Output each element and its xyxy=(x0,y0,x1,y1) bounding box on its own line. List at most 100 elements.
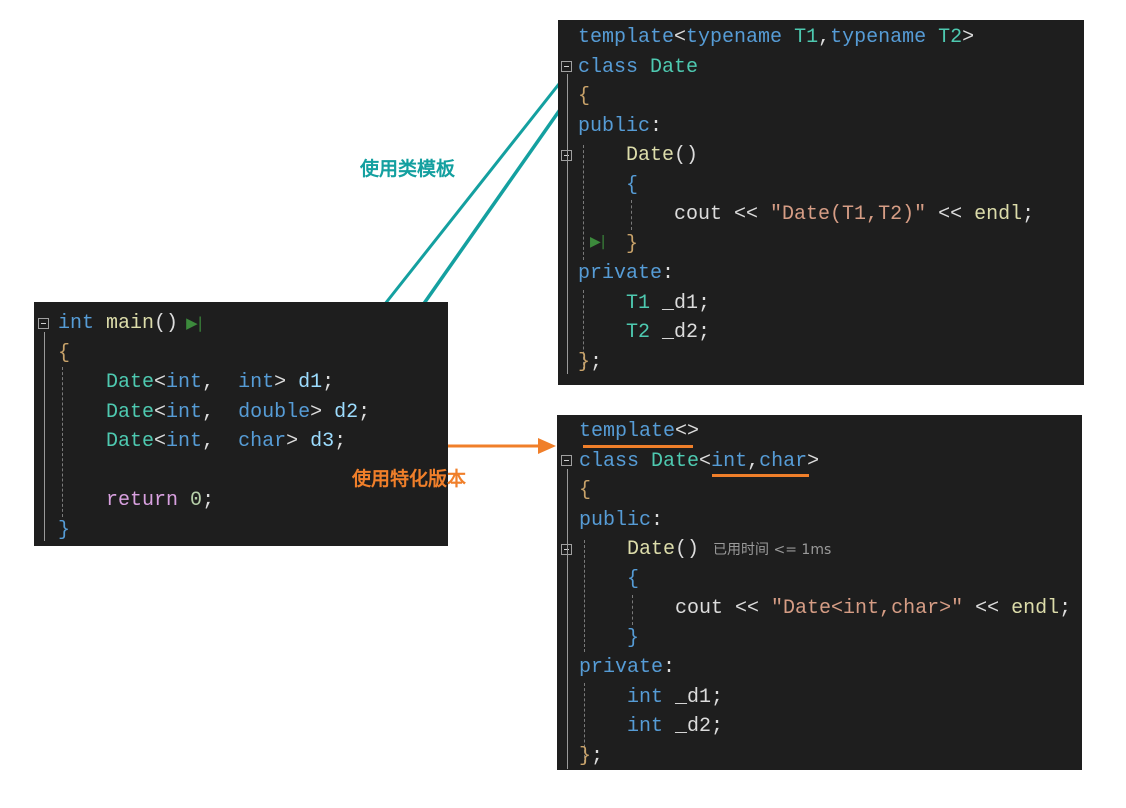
arrow-d3-to-specialization-head xyxy=(538,438,556,454)
code-token: cout xyxy=(675,597,724,620)
code-token: typename xyxy=(686,26,783,49)
code-line: public: xyxy=(578,112,1034,142)
code-line: T1 _d1; xyxy=(578,289,1034,319)
code-token: { xyxy=(58,341,71,365)
code-line: class Date xyxy=(578,53,1034,83)
code-token: _d1; xyxy=(650,291,711,315)
code-token: class xyxy=(579,449,640,473)
code-line: private: xyxy=(579,653,1071,683)
code-token: int xyxy=(711,449,748,473)
code-token: main xyxy=(106,312,155,335)
code-token: 0 xyxy=(190,489,203,512)
code-token: < xyxy=(674,26,687,49)
code-line: Date<int, char> d3; xyxy=(58,427,370,457)
code-token: <> xyxy=(675,420,700,443)
code-token: } xyxy=(626,232,639,256)
code-token: ; xyxy=(591,744,604,768)
specialization-panel: template<> class Date<int,char>{public: D… xyxy=(557,415,1082,770)
code-token: > xyxy=(807,449,820,473)
code-line: int _d1; xyxy=(579,683,1071,713)
code-token: int xyxy=(166,371,203,394)
code-token: public xyxy=(578,114,651,138)
scope-guide xyxy=(567,74,568,374)
code-token: , xyxy=(818,26,831,49)
scope-guide xyxy=(567,469,568,769)
code-token: > xyxy=(310,400,335,424)
code-token: { xyxy=(627,567,640,591)
code-line: Date<int, int> d1; xyxy=(58,368,370,398)
code-token: Date xyxy=(106,430,155,453)
code-token: d3 xyxy=(310,430,335,453)
code-token: Date xyxy=(627,538,676,561)
code-token: : xyxy=(662,262,675,285)
code-token: char xyxy=(238,430,287,453)
code-token: { xyxy=(626,173,639,197)
code-line: { xyxy=(58,339,370,369)
code-token: } xyxy=(578,350,591,374)
code-token: Date xyxy=(106,371,155,394)
main-code: int main() ▶|{ Date<int, int> d1; Date<in… xyxy=(58,309,370,545)
code-token: T1 xyxy=(794,26,819,49)
code-line: { xyxy=(579,476,1071,506)
code-token: public xyxy=(579,508,652,532)
code-token: << xyxy=(963,597,1012,620)
code-line: } xyxy=(579,624,1071,654)
code-token: T2 xyxy=(938,26,963,49)
code-line: { xyxy=(579,565,1071,595)
code-line: } xyxy=(58,516,370,546)
use-class-template-label: 使用类模板 xyxy=(360,158,456,180)
code-token: double xyxy=(238,400,311,424)
collapse-icon[interactable] xyxy=(561,61,572,72)
code-line: }; xyxy=(579,742,1071,772)
code-token: ; xyxy=(202,489,215,512)
code-token: int xyxy=(166,430,203,453)
collapse-icon[interactable] xyxy=(38,318,49,329)
code-line: { xyxy=(578,171,1034,201)
code-token: Date xyxy=(650,55,699,79)
collapse-icon[interactable] xyxy=(561,455,572,466)
code-token: T2 xyxy=(626,321,651,344)
code-token: "Date<int,char>" xyxy=(771,597,964,620)
code-token: Date xyxy=(626,144,675,167)
code-token: : xyxy=(650,114,663,138)
code-line: template<> xyxy=(579,417,1071,447)
elapsed-time-hint: 已用时间 <= 1ms xyxy=(713,542,832,558)
code-line: } xyxy=(578,230,1034,260)
code-token: > xyxy=(274,371,299,394)
code-token: T1 xyxy=(626,291,651,315)
code-token: return xyxy=(106,489,179,512)
code-token: cout xyxy=(674,203,723,226)
code-line: cout << "Date(T1,T2)" << endl; xyxy=(578,200,1034,230)
code-token: _d1; xyxy=(663,685,724,709)
code-token: < xyxy=(699,449,712,473)
code-line: }; xyxy=(578,348,1034,378)
code-line: int main() ▶| xyxy=(58,309,370,339)
code-line: T2 _d2; xyxy=(578,318,1034,348)
code-line: { xyxy=(578,82,1034,112)
code-token: ; xyxy=(590,350,603,374)
run-to-line-icon[interactable]: ▶| xyxy=(186,314,203,332)
code-line: template<typename T1,typename T2> xyxy=(578,23,1034,53)
code-token: , xyxy=(202,371,239,394)
code-token: ; xyxy=(358,400,371,424)
specialization-code: template<> class Date<int,char>{public: D… xyxy=(579,417,1071,771)
code-token: endl xyxy=(1011,597,1060,620)
main-function-panel: int main() ▶|{ Date<int, int> d1; Date<in… xyxy=(34,302,448,546)
code-token: endl xyxy=(974,203,1023,226)
